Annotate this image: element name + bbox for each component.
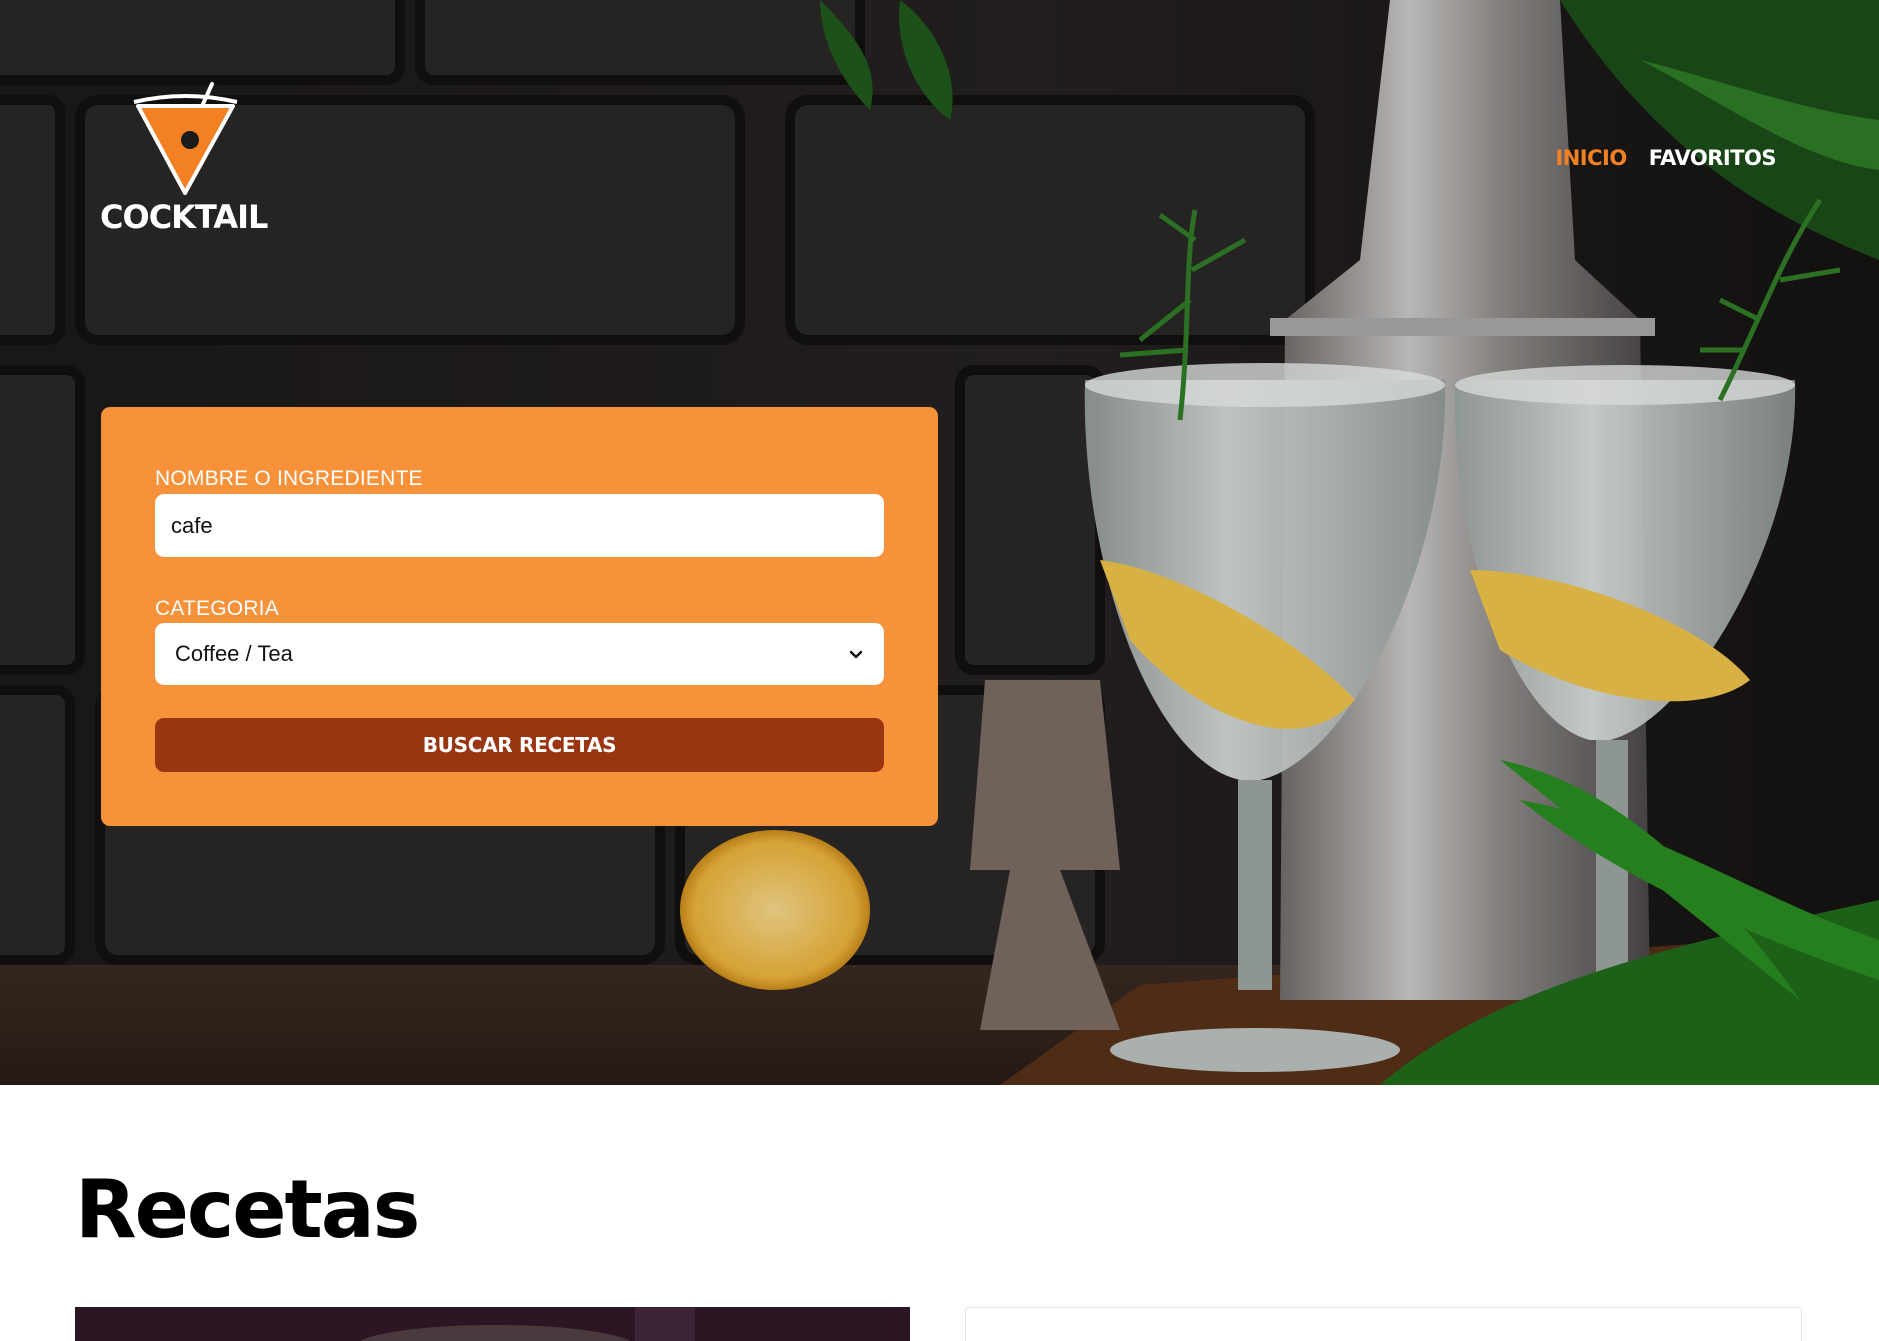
brand-logo[interactable]: COCKTAIL (100, 80, 280, 240)
name-ingredient-label: NOMBRE O INGREDIENTE (155, 467, 423, 490)
recipe-card-image (75, 1307, 910, 1341)
category-label: CATEGORIA (155, 597, 279, 620)
nav-link-inicio[interactable]: INICIO (1555, 146, 1627, 170)
martini-glass-icon (133, 82, 238, 195)
hero-banner: COCKTAIL INICIO FAVORITOS NOMBRE O INGRE… (0, 0, 1879, 1085)
recipe-card[interactable] (75, 1307, 910, 1341)
category-select[interactable]: Coffee / Tea (155, 623, 884, 685)
search-form: NOMBRE O INGREDIENTE CATEGORIA Coffee / … (101, 407, 938, 826)
search-recipes-button[interactable]: BUSCAR RECETAS (155, 718, 884, 772)
nav-link-favoritos[interactable]: FAVORITOS (1649, 146, 1777, 170)
chevron-down-icon (849, 650, 863, 659)
brand-name: COCKTAIL (100, 198, 268, 236)
recipes-section-title: Recetas (75, 1163, 420, 1256)
category-selected-value: Coffee / Tea (175, 641, 293, 666)
main-nav: INICIO FAVORITOS (1555, 146, 1776, 170)
name-ingredient-input[interactable] (155, 494, 884, 557)
recipe-card[interactable] (965, 1307, 1802, 1341)
